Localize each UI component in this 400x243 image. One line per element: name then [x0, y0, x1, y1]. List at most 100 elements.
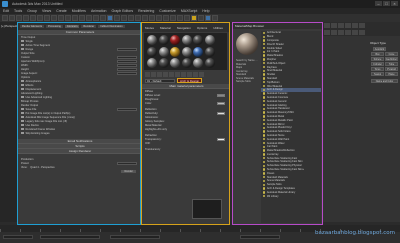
maximize-icon[interactable]: □ — [383, 1, 390, 6]
put-to-library-icon[interactable] — [181, 71, 186, 77]
menu-options[interactable]: Options — [197, 26, 207, 30]
bind-icon[interactable] — [30, 15, 36, 21]
close-icon[interactable]: × — [391, 1, 398, 6]
redo-icon[interactable] — [9, 15, 15, 21]
get-material-icon[interactable] — [145, 71, 150, 77]
utilities-tab-icon[interactable] — [359, 23, 365, 28]
coord-icon[interactable] — [86, 15, 92, 21]
display-tab-icon[interactable] — [352, 23, 358, 28]
select-by-name-icon[interactable] — [44, 15, 50, 21]
playback-controls[interactable] — [240, 235, 280, 239]
menu-item-help[interactable]: Help — [202, 9, 209, 13]
material-editor-icon[interactable] — [191, 15, 197, 21]
object-type-header[interactable]: Object Type — [370, 41, 398, 45]
sample-slot[interactable] — [181, 35, 192, 45]
sample-slot[interactable] — [204, 35, 215, 45]
sample-slot[interactable] — [170, 35, 180, 45]
hierarchy-tab-icon[interactable] — [338, 23, 344, 28]
shapes-icon[interactable] — [331, 30, 337, 35]
menu-utilities[interactable]: Utilities — [213, 26, 223, 30]
menu-item-customize[interactable]: Customize — [159, 9, 176, 13]
autogrid-checkbox[interactable]: AutoGrid — [373, 47, 386, 51]
link-icon[interactable] — [16, 15, 22, 21]
move-icon[interactable] — [65, 15, 71, 21]
menu-item-graph-editors[interactable]: Graph Editors — [112, 9, 134, 13]
material-list-item[interactable]: Mtl Library — [261, 194, 321, 198]
ribbon-icon[interactable] — [170, 15, 176, 21]
browser-group-sample-slots[interactable]: Sample Slots — [236, 80, 258, 84]
menu-item-views[interactable]: Views — [42, 9, 51, 13]
go-to-parent-icon[interactable] — [199, 71, 204, 77]
select-icon[interactable] — [37, 15, 43, 21]
menu-modes[interactable]: Modes — [145, 26, 154, 30]
show-map-icon[interactable] — [193, 71, 198, 77]
make-copy-icon[interactable] — [169, 71, 174, 77]
tab-processing[interactable]: Processing — [46, 25, 63, 28]
schematic-icon[interactable] — [184, 15, 190, 21]
angle-snap-icon[interactable] — [121, 15, 127, 21]
lights-icon[interactable] — [338, 30, 344, 35]
row-highlights-fg[interactable]: Highlights+FG only — [142, 127, 229, 131]
tab-common[interactable]: Common — [64, 25, 80, 28]
spinner-snap-icon[interactable] — [135, 15, 141, 21]
undo-icon[interactable] — [2, 15, 8, 21]
sample-slot[interactable] — [158, 58, 169, 68]
modify-tab-icon[interactable] — [331, 23, 337, 28]
search-input[interactable]: Search by Name ... — [236, 59, 258, 63]
snap-icon[interactable] — [114, 15, 120, 21]
menu-navigation[interactable]: Navigation — [177, 26, 191, 30]
tab-renderer[interactable]: Renderer — [81, 25, 97, 28]
sample-slot[interactable] — [193, 46, 203, 57]
motion-tab-icon[interactable] — [345, 23, 351, 28]
render-setup-icon[interactable] — [107, 15, 113, 21]
material-id-icon[interactable] — [187, 71, 192, 77]
sample-slot[interactable] — [193, 35, 203, 45]
put-to-scene-icon[interactable] — [151, 71, 156, 77]
reset-map-icon[interactable] — [163, 71, 168, 77]
menu-material[interactable]: Material — [160, 26, 171, 30]
cameras-icon[interactable] — [345, 30, 351, 35]
unlink-icon[interactable] — [23, 15, 29, 21]
make-unique-icon[interactable] — [175, 71, 180, 77]
rotate-icon[interactable] — [72, 15, 78, 21]
minimize-icon[interactable]: – — [375, 1, 382, 6]
sphere-button[interactable]: Sphere — [371, 57, 384, 61]
torus-button[interactable]: Torus — [371, 67, 384, 71]
geometry-icon[interactable] — [324, 30, 330, 35]
geosphere-button[interactable]: GeoSphere — [385, 57, 398, 61]
material-type-button[interactable]: Arch & Design — [177, 78, 203, 83]
section-assign-renderer[interactable]: Assign Renderer — [18, 149, 140, 154]
create-tab-icon[interactable] — [324, 23, 330, 28]
name-and-color-header[interactable]: Name and Color — [371, 79, 398, 83]
maxscript-listener-field[interactable] — [3, 235, 33, 239]
scale-icon[interactable] — [79, 15, 85, 21]
row-skip-existing-images[interactable]: Skip Existing Images — [18, 131, 140, 135]
material-name-field[interactable]: 01 - Default — [145, 78, 175, 83]
assign-material-icon[interactable] — [157, 71, 162, 77]
menu-item-edit[interactable]: Edit — [3, 9, 9, 13]
pivot-icon[interactable] — [93, 15, 99, 21]
menu-item-create[interactable]: Create — [56, 9, 67, 13]
render-iterative-icon[interactable] — [212, 15, 218, 21]
box-button[interactable]: Box — [371, 52, 384, 56]
manipulate-icon[interactable] — [100, 15, 106, 21]
plane-button[interactable]: Plane — [385, 72, 398, 76]
sample-slot[interactable] — [170, 58, 180, 68]
menu-item-modifiers[interactable]: Modifiers — [72, 9, 86, 13]
sample-slot[interactable] — [158, 46, 169, 57]
tab-render-elements[interactable]: Render Elements — [20, 25, 45, 28]
sample-slot[interactable] — [181, 58, 192, 68]
mirror-icon[interactable] — [149, 15, 155, 21]
app-logo-icon[interactable] — [2, 1, 8, 7]
menu-item-maxscript[interactable]: MAXScript — [181, 9, 198, 13]
viewport-perspective[interactable] — [0, 22, 17, 222]
sample-slot[interactable] — [147, 35, 157, 45]
menu-item-tools[interactable]: Tools — [14, 9, 22, 13]
sample-slot[interactable] — [147, 46, 157, 57]
sample-slot[interactable] — [147, 58, 157, 68]
space-warps-icon[interactable] — [359, 30, 365, 35]
render-production-icon[interactable] — [205, 15, 211, 21]
render-frame-icon[interactable] — [198, 15, 204, 21]
sample-slot[interactable] — [204, 58, 215, 68]
tab-indirect-illumination[interactable]: Indirect Illumination — [98, 25, 125, 28]
